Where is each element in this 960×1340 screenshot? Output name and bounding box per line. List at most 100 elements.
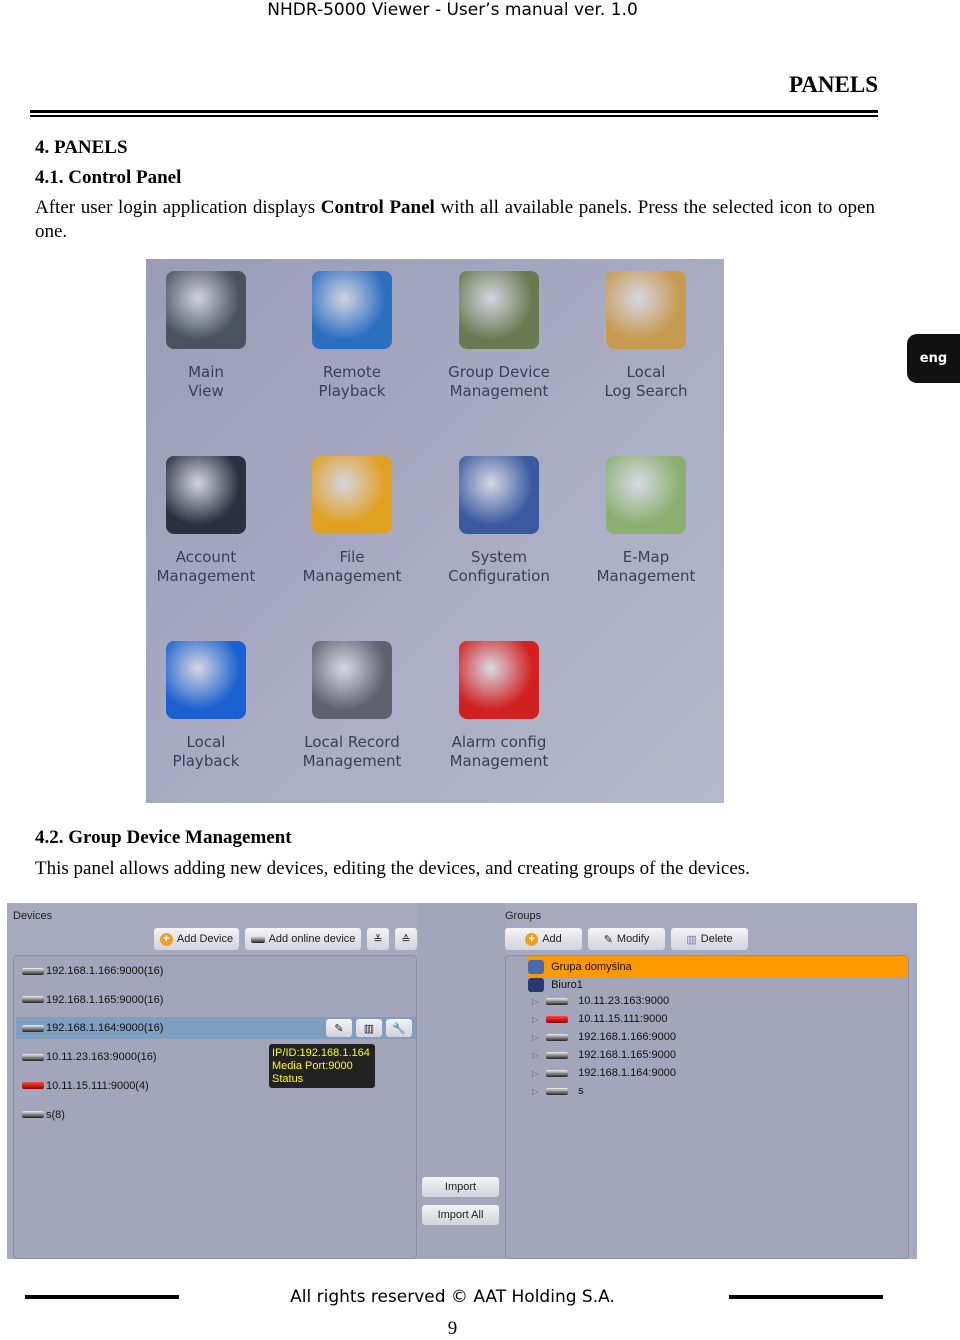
panel-tile[interactable]: Remote Playback [279,271,425,401]
collapse-all-button[interactable]: ≙ [395,928,417,950]
tile-label: Management [596,567,696,585]
text: After user login application displays [35,197,321,218]
section-title: PANELS [788,72,878,97]
playback-arrow-icon [312,271,392,349]
device-icon [22,1024,44,1032]
label: Grupa domyślna [551,961,632,973]
panel-tile[interactable]: Group Device Management [426,271,572,401]
wrench-icon[interactable]: 🔧 [386,1019,412,1038]
panel-tile[interactable]: Local Log Search [573,271,719,401]
device-icon [546,1087,568,1095]
group-camera-icon [528,960,544,974]
tile-label: Management [449,382,549,400]
group-device-item[interactable]: ▷ 10.11.15.111:9000 [532,1010,667,1028]
tooltip-line: IP/ID:192.168.1.164 [272,1047,370,1059]
device-item[interactable]: s(8) [22,1104,65,1126]
panel-tile[interactable]: E-Map Management [573,456,719,586]
groups-title: Groups [505,910,542,922]
panel-tile[interactable]: Local Playback [133,641,279,771]
expand-arrow-icon: ▷ [532,1014,539,1024]
devices-title: Devices [13,910,53,922]
device-icon [546,1051,568,1059]
label: 192.168.1.166:9000(16) [46,965,164,977]
device-icon [546,1069,568,1077]
label: 192.168.1.165:9000 [578,1049,676,1061]
label: 10.11.23.163:9000 [578,995,670,1007]
label: Add [542,933,562,945]
tile-label: Playback [318,382,386,400]
device-item[interactable]: 192.168.1.166:9000(16) [22,960,163,982]
device-icon [250,935,265,943]
label: 192.168.1.165:9000(16) [46,993,164,1006]
group-device-item[interactable]: ▷ 192.168.1.165:9000 [532,1046,676,1064]
device-item[interactable]: 10.11.15.111:9000(4) [22,1075,149,1097]
edit-device-icon[interactable]: ✎ [326,1019,352,1038]
monitor-icon [166,271,246,349]
group-item-default[interactable]: Grupa domyślna [528,956,908,978]
tooltip-line: Status [272,1073,304,1085]
expand-arrow-icon: ▷ [532,1050,539,1060]
expand-arrow-icon: ▷ [532,996,539,1006]
plus-icon: + [159,932,173,946]
device-icon [22,996,44,1004]
plus-icon: + [525,932,539,946]
group-device-item[interactable]: ▷ 192.168.1.166:9000 [532,1028,676,1046]
tile-label: Local [626,363,666,381]
device-item[interactable]: 192.168.1.164:9000(16) ✎ ▥ 🔧 [16,1017,416,1040]
expand-all-button[interactable]: ≚ [367,928,389,950]
label: s [578,1085,584,1097]
panel-tile[interactable]: Account Management [133,456,279,586]
heading-group-device: 4.2. Group Device Management [35,827,292,848]
add-group-button[interactable]: + Add [505,928,582,950]
panel-tile[interactable]: Alarm config Management [426,641,572,771]
group-tree: Grupa domyślna Biuro1 ▷ 10.11.23.163:900… [505,955,909,1259]
page-number: 9 [447,1318,458,1339]
control-panel-screenshot: Main View Remote Playback Group Device Manage… [146,259,724,803]
tile-label: Management [449,752,549,770]
device-list: 192.168.1.166:9000(16) 192.168.1.165:9000… [13,955,417,1259]
add-device-button[interactable]: + Add Device [154,928,239,950]
label: 192.168.1.164:9000 [578,1067,676,1079]
trash-icon: ▥ [686,933,697,946]
import-all-button[interactable]: Import All [422,1205,499,1225]
delete-group-button[interactable]: ▥ Delete [671,928,748,950]
device-icon [546,1015,568,1023]
label: 10.11.15.111:9000 [578,1013,668,1025]
panel-tile[interactable]: System Configuration [426,456,572,586]
tile-label: Remote [323,363,381,381]
paragraph: After user login application displays Co… [35,196,875,244]
paragraph: This panel allows adding new devices, ed… [35,858,750,879]
clipboard-pen-icon [606,271,686,349]
heading-panels: 4. PANELS [35,137,128,158]
heading-control-panel: 4.1. Control Panel [35,167,182,188]
panel-tile[interactable]: Local Record Management [279,641,425,771]
tile-label: Main [188,363,224,381]
folder-icon [312,456,392,534]
tooltip-line: Media Port:9000 [272,1060,353,1072]
tile-label: Management [302,567,402,585]
import-button[interactable]: Import [422,1177,499,1197]
device-item[interactable]: 192.168.1.165:9000(16) [22,989,163,1011]
group-device-item[interactable]: ▷ 10.11.23.163:9000 [532,992,669,1010]
device-icon [22,967,44,975]
add-online-device-button[interactable]: Add online device [245,928,361,950]
tile-label: Log Search [604,382,688,400]
group-device-item[interactable]: ▷ s [532,1082,584,1100]
panel-tile[interactable]: Main View [133,271,279,401]
alarm-siren-icon [459,641,539,719]
panel-tile[interactable]: File Management [279,456,425,586]
label: 10.11.23.163:9000(16) [46,1051,157,1064]
tile-label: Management [302,752,402,770]
footer-rights: All rights reserved © AAT Holding S.A. [290,1287,615,1307]
device-icon [546,997,568,1005]
group-device-item[interactable]: ▷ 192.168.1.164:9000 [532,1064,676,1082]
delete-device-icon[interactable]: ▥ [356,1019,382,1038]
device-icon [546,1033,568,1041]
device-item[interactable]: 10.11.23.163:9000(16) [22,1046,157,1068]
bold-text: Control Panel [320,197,435,218]
gear-icon [459,456,539,534]
language-tab[interactable]: eng [907,334,960,383]
play-disk-icon [166,641,246,719]
modify-group-button[interactable]: ✎ Modify [588,928,665,950]
label: Add online device [268,933,356,945]
